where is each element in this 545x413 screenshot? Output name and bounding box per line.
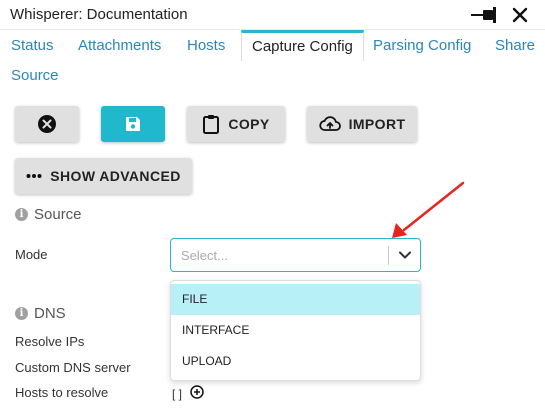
dns-section-title: i DNS xyxy=(15,305,66,322)
info-icon: i xyxy=(15,208,28,221)
save-button[interactable] xyxy=(101,106,165,142)
import-button[interactable]: IMPORT xyxy=(307,106,417,142)
chevron-down-icon[interactable] xyxy=(397,247,413,268)
mode-dropdown-menu: FILE INTERFACE UPLOAD xyxy=(170,280,421,381)
tab-status[interactable]: Status xyxy=(11,30,54,61)
mode-label: Mode xyxy=(15,247,48,262)
tab-share[interactable]: Share xyxy=(495,30,535,61)
tab-source[interactable]: Source xyxy=(11,60,59,91)
tab-parsing-config[interactable]: Parsing Config xyxy=(373,30,471,61)
hosts-to-resolve-label: Hosts to resolve xyxy=(15,385,109,400)
mode-option-upload[interactable]: UPLOAD xyxy=(171,346,420,377)
mode-option-interface[interactable]: INTERFACE xyxy=(171,315,420,346)
tab-capture-config[interactable]: Capture Config xyxy=(241,30,364,61)
pin-icon[interactable] xyxy=(470,6,500,24)
tab-bar: Status Attachments Hosts Capture Config … xyxy=(0,30,545,92)
source-section-title: i Source xyxy=(15,206,82,223)
show-advanced-button[interactable]: SHOW ADVANCED xyxy=(15,158,192,194)
show-advanced-label: SHOW ADVANCED xyxy=(50,168,181,184)
close-icon[interactable] xyxy=(510,5,530,25)
source-section-label: Source xyxy=(34,206,82,223)
more-dots-icon xyxy=(26,174,42,178)
custom-dns-label: Custom DNS server xyxy=(15,360,131,375)
mode-select[interactable]: Select... xyxy=(170,238,421,272)
cloud-upload-icon xyxy=(318,116,341,131)
tab-attachments[interactable]: Attachments xyxy=(78,30,161,61)
window-title: Whisperer: Documentation xyxy=(10,6,188,23)
add-circle-icon[interactable] xyxy=(190,385,204,402)
mode-option-file[interactable]: FILE xyxy=(171,284,420,315)
hosts-value: [ ] xyxy=(172,386,183,401)
hosts-list: [ ] xyxy=(172,385,204,402)
floppy-disk-icon xyxy=(126,117,140,131)
tab-hosts[interactable]: Hosts xyxy=(187,30,225,61)
copy-label: COPY xyxy=(228,116,270,132)
discard-button[interactable] xyxy=(15,106,79,142)
copy-button[interactable]: COPY xyxy=(187,106,285,142)
import-label: IMPORT xyxy=(348,116,406,132)
mode-select-placeholder: Select... xyxy=(181,248,228,263)
close-circle-icon xyxy=(38,115,56,133)
clipboard-icon xyxy=(203,115,220,134)
dns-section-label: DNS xyxy=(34,305,66,322)
select-separator xyxy=(388,246,389,265)
info-icon: i xyxy=(15,307,28,320)
title-bar: Whisperer: Documentation xyxy=(0,0,545,30)
resolve-ips-label: Resolve IPs xyxy=(15,334,85,349)
